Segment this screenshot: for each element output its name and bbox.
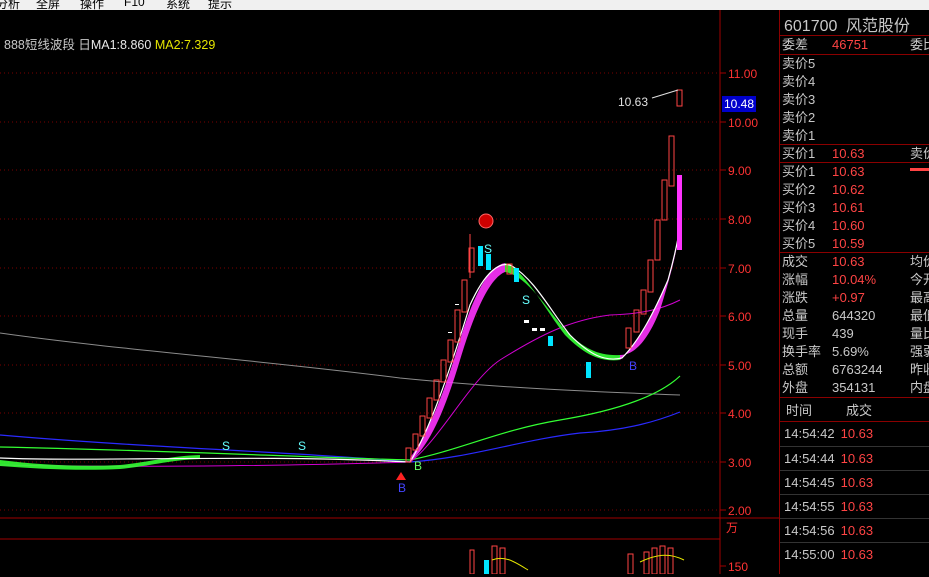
buy-signal: B bbox=[414, 459, 422, 473]
quote-row: 总额6763244昨收 bbox=[782, 362, 929, 377]
price-tick-label: 11.00 bbox=[728, 67, 757, 81]
menu-fragment[interactable]: 提示 bbox=[208, 0, 232, 10]
ma-green-line bbox=[0, 375, 681, 461]
quote-row: 现手439量比 bbox=[782, 326, 929, 341]
indicator-name[interactable]: 888短线波段 bbox=[4, 38, 75, 52]
buy-top-row: 买价1 10.63 卖价 bbox=[782, 146, 929, 161]
price-tick-label: 8.00 bbox=[728, 213, 752, 227]
high-marker-label: 10.63 bbox=[618, 95, 648, 109]
menu-fragment[interactable]: 分析 bbox=[0, 0, 20, 10]
buy-arrow bbox=[396, 472, 406, 480]
top-menubar: 分析 全屏 操作 F10 系统 提示 bbox=[0, 0, 929, 10]
indicator-toggle[interactable]: 日 bbox=[78, 38, 91, 52]
price-tick-label: 4.00 bbox=[728, 407, 752, 421]
volume-axis-label: 150 bbox=[728, 560, 748, 574]
tick-row: 14:54:42 10.63 bbox=[784, 426, 874, 441]
weibi-label: 委比 bbox=[910, 37, 929, 52]
current-price-label: 10.48 bbox=[724, 97, 754, 111]
sell-signal: S bbox=[484, 242, 492, 256]
quote-panel: 601700 风范股份 委差 46751 委比 卖价5 卖价4 卖价3 卖价2 … bbox=[779, 10, 929, 574]
volume-bars bbox=[469, 545, 674, 575]
weibi-row: 委差 46751 委比 bbox=[782, 36, 929, 54]
kline-chart[interactable]: 11.00 10.00 9.00 8.00 7.00 6.00 5.00 4.0… bbox=[0, 10, 780, 575]
sell-bar bbox=[910, 168, 929, 171]
ma-white-line bbox=[0, 219, 682, 463]
buy-signal: B bbox=[629, 359, 637, 373]
price-tick-label: 6.00 bbox=[728, 310, 752, 324]
tick-row: 14:54:45 10.63 bbox=[784, 475, 874, 490]
signal-dot bbox=[478, 213, 494, 229]
high-marker-line bbox=[651, 89, 679, 99]
price-tick-label: 9.00 bbox=[728, 164, 752, 178]
menu-fragment[interactable]: 操作 bbox=[80, 0, 104, 10]
volume-ma bbox=[639, 554, 685, 563]
quote-row: 换手率5.69%强弱 bbox=[782, 344, 929, 359]
tick-price-header: 成交 bbox=[846, 403, 873, 418]
price-tick-label: 7.00 bbox=[728, 262, 752, 276]
candles bbox=[405, 89, 683, 463]
ma-blue-line bbox=[0, 411, 681, 463]
kline-svg[interactable]: 11.00 10.00 9.00 8.00 7.00 6.00 5.00 4.0… bbox=[0, 10, 780, 575]
menu-fragment[interactable]: 系统 bbox=[166, 0, 190, 10]
quote-row: 成交10.63均价 bbox=[782, 254, 929, 269]
price-grid bbox=[0, 72, 720, 511]
stock-code: 601700 bbox=[784, 18, 838, 35]
axis-ticks bbox=[720, 72, 726, 511]
stock-name: 风范股份 bbox=[845, 18, 910, 35]
menu-fragment[interactable]: F10 bbox=[124, 0, 145, 9]
ma-magenta-line bbox=[0, 299, 681, 467]
tick-row: 14:54:55 10.63 bbox=[784, 499, 874, 514]
tick-time-header: 时间 bbox=[786, 403, 813, 418]
volume-unit: 万 bbox=[726, 521, 738, 535]
sell-signal: S bbox=[298, 439, 306, 453]
ma1-value: MA1:8.860 bbox=[90, 38, 152, 52]
price-tick-label: 3.00 bbox=[728, 456, 752, 470]
signals: S S S S B B B bbox=[222, 242, 637, 495]
tick-row: 14:54:56 10.63 bbox=[784, 523, 874, 538]
price-axis: 11.00 10.00 9.00 8.00 7.00 6.00 5.00 4.0… bbox=[728, 67, 758, 518]
sell-signal: S bbox=[522, 293, 530, 307]
sell-signal: S bbox=[222, 439, 230, 453]
tick-row: 14:55:00 10.63 bbox=[784, 547, 874, 562]
ma2-value: MA2:7.329 bbox=[154, 38, 216, 52]
price-tick-label: 2.00 bbox=[728, 504, 752, 518]
quote-row: 涨幅10.04%今开 bbox=[782, 272, 929, 287]
tick-row: 14:54:44 10.63 bbox=[784, 451, 874, 466]
weicha-label: 委差 bbox=[782, 37, 809, 52]
quote-row: 外盘354131内盘 bbox=[782, 380, 929, 395]
indicator-header: 888短线波段 日MA1:8.860 MA2:7.329 bbox=[4, 34, 215, 53]
stock-title: 601700 风范股份 bbox=[784, 12, 910, 36]
quote-row: 涨跌+0.97最高 bbox=[782, 290, 929, 305]
price-tick-label: 5.00 bbox=[728, 359, 752, 373]
trend-band bbox=[0, 220, 680, 470]
buy-signal: B bbox=[398, 481, 406, 495]
weicha-value: 46751 bbox=[832, 37, 869, 52]
menu-fragment[interactable]: 全屏 bbox=[36, 0, 60, 10]
quote-row: 总量644320最低 bbox=[782, 308, 929, 323]
price-tick-label: 10.00 bbox=[728, 116, 758, 130]
